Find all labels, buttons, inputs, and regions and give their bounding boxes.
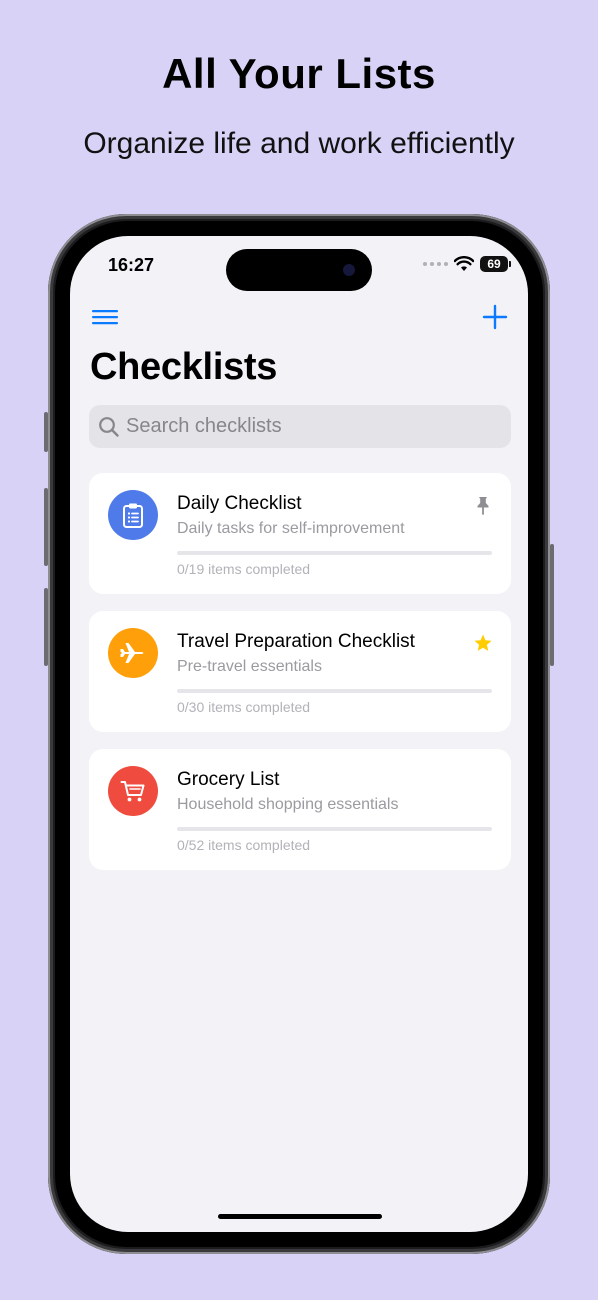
add-checklist-button[interactable] [482,304,508,330]
dynamic-island [226,249,372,291]
cart-icon [120,781,145,802]
airplane-icon [120,643,144,663]
checklist-subtitle: Daily tasks for self-improvement [177,520,405,537]
status-indicators: 69 [423,256,511,272]
status-time: 16:27 [108,255,155,275]
checklist-card-travel[interactable]: Travel Preparation Checklist Pre-travel … [89,611,511,732]
checklist-count: 0/30 items completed [177,699,311,715]
phone-screen: 16:27 69 Checklists Search checklists Da… [70,236,528,1232]
marketing-headline: All Your Lists [162,50,436,97]
phone-power-button [550,544,554,666]
checklist-title: Grocery List [177,769,280,790]
phone-volume-up-button [44,488,48,566]
checklist-subtitle: Household shopping essentials [177,796,399,813]
checklist-progress-bar [177,827,492,831]
checklist-progress-bar [177,689,492,693]
pin-icon[interactable] [473,495,493,515]
checklist-progress-bar [177,551,492,555]
phone-action-button [44,412,48,452]
cellular-signal-icon [423,262,448,266]
page-title: Checklists [90,346,278,388]
checklist-card-grocery[interactable]: Grocery List Household shopping essentia… [89,749,511,870]
checklist-title: Daily Checklist [177,493,302,514]
menu-button[interactable] [92,308,120,328]
phone-volume-down-button [44,588,48,666]
checklist-count: 0/52 items completed [177,837,311,853]
hamburger-menu-icon [92,310,118,325]
plus-icon [482,304,508,330]
clipboard-icon [123,503,143,528]
checklist-card-daily[interactable]: Daily Checklist Daily tasks for self-imp… [89,473,511,594]
checklist-count: 0/19 items completed [177,561,311,577]
battery-indicator: 69 [480,256,511,272]
search-icon [99,416,119,437]
wifi-icon [454,256,474,271]
search-bar[interactable] [89,405,511,448]
checklist-icon-badge [108,628,158,678]
search-input[interactable] [126,415,496,438]
checklist-title: Travel Preparation Checklist [177,631,415,652]
checklist-subtitle: Pre-travel essentials [177,658,322,675]
star-icon[interactable] [473,633,493,653]
checklist-icon-badge [108,766,158,816]
marketing-subheadline: Organize life and work efficiently [83,127,515,160]
home-indicator[interactable] [218,1214,382,1219]
front-camera [343,264,355,276]
checklist-icon-badge [108,490,158,540]
